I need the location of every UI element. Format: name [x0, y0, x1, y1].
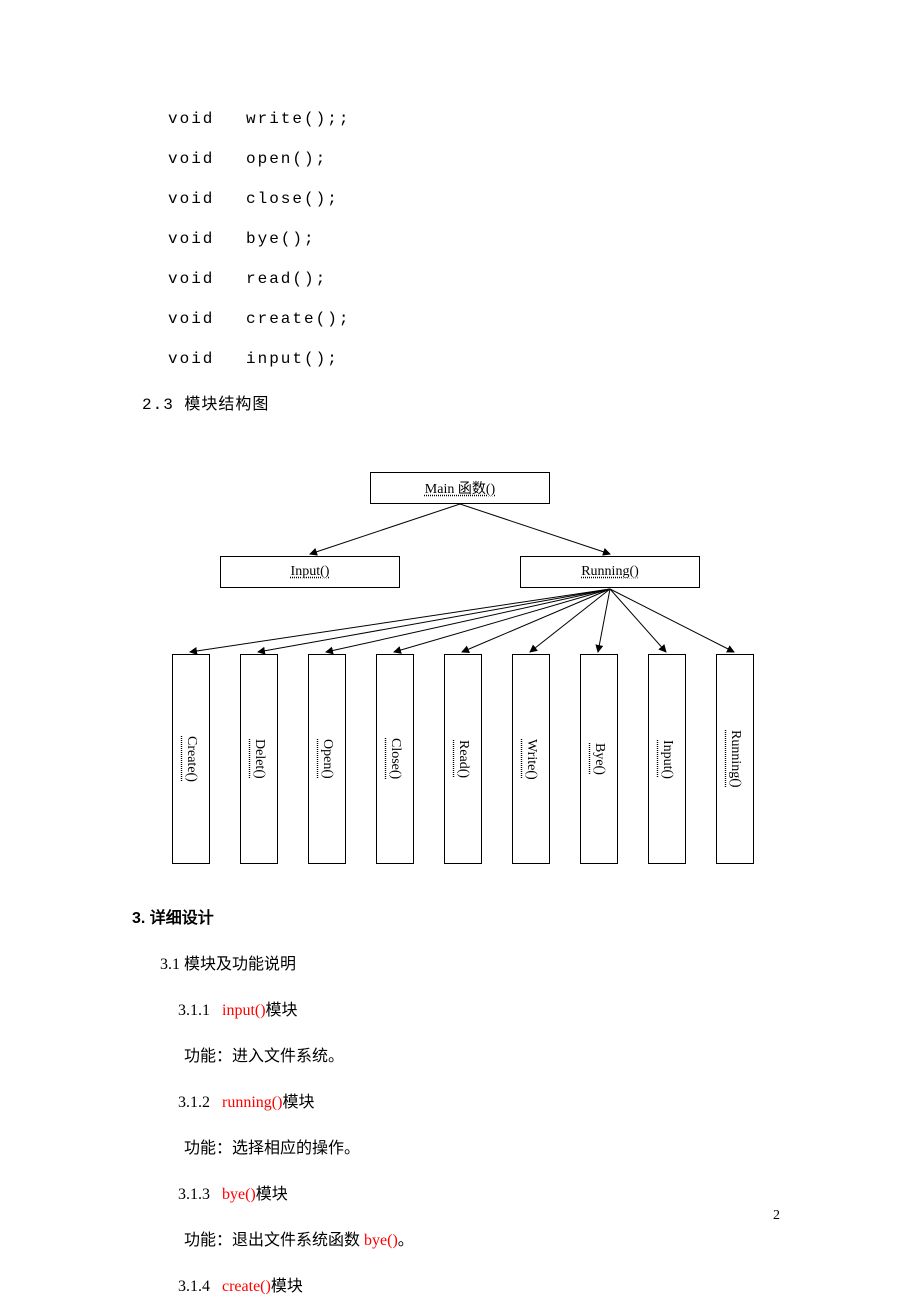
- code-keyword: void: [168, 310, 246, 328]
- diagram-leaf-label: Running(): [727, 730, 743, 788]
- code-line: voidopen();: [160, 150, 780, 168]
- item-fn: running(): [222, 1094, 282, 1111]
- diagram-leaf-box: Close(): [376, 654, 414, 864]
- item-num: 3.1.4: [178, 1278, 210, 1295]
- diagram-mid-label: Input(): [291, 564, 330, 580]
- diagram-leaf-label: Read(): [455, 740, 471, 778]
- page-number: 2: [773, 1208, 780, 1224]
- item-desc: 功能：进入文件系统。: [160, 1042, 780, 1066]
- diagram-leaf-box: Bye(): [580, 654, 618, 864]
- diagram-root-box: Main 函数(): [370, 472, 550, 504]
- diagram-mid-box: Input(): [220, 556, 400, 588]
- code-keyword: void: [168, 110, 246, 128]
- code-line: voidinput();: [160, 350, 780, 368]
- item-desc: 功能：退出文件系统函数 bye()。: [160, 1226, 780, 1250]
- code-fn: close();: [246, 190, 339, 208]
- diagram-leaf-box: Delet(): [240, 654, 278, 864]
- item-fn: bye(): [222, 1186, 256, 1203]
- diagram-leaf-box: Open(): [308, 654, 346, 864]
- code-fn: open();: [246, 150, 327, 168]
- section-3-title: 3. 详细设计: [132, 904, 780, 928]
- diagram-mid-box: Running(): [520, 556, 700, 588]
- diagram-mid-label: Running(): [581, 564, 639, 580]
- diagram-leaf-label: Delet(): [251, 739, 267, 779]
- diagram-leaf-label: Create(): [183, 736, 199, 782]
- code-fn: bye();: [246, 230, 316, 248]
- code-fn: create();: [246, 310, 350, 328]
- item-heading: 3.1.1 input()模块: [160, 996, 780, 1020]
- code-fn: read();: [246, 270, 327, 288]
- code-keyword: void: [168, 230, 246, 248]
- code-line: voidread();: [160, 270, 780, 288]
- item-num: 3.1.1: [178, 1002, 210, 1019]
- diagram-leaf-box: Read(): [444, 654, 482, 864]
- item-desc: 功能：选择相应的操作。: [160, 1134, 780, 1158]
- code-keyword: void: [168, 190, 246, 208]
- item-fn: input(): [222, 1002, 266, 1019]
- diagram-root-label: Main 函数(): [425, 478, 495, 498]
- item-heading: 3.1.3 bye()模块: [160, 1180, 780, 1204]
- diagram-leaf-box: Running(): [716, 654, 754, 864]
- section-2-3-title: 2.3 模块结构图: [142, 390, 780, 414]
- diagram-leaf-box: Create(): [172, 654, 210, 864]
- item-heading: 3.1.2 running()模块: [160, 1088, 780, 1112]
- diagram-leaf-label: Input(): [659, 740, 675, 779]
- item-tail: 模块: [271, 1278, 303, 1295]
- diagram-leaf-box: Input(): [648, 654, 686, 864]
- code-line: voidbye();: [160, 230, 780, 248]
- code-line: voidwrite();;: [160, 110, 780, 128]
- code-fn: input();: [246, 350, 339, 368]
- code-line: voidcreate();: [160, 310, 780, 328]
- item-num: 3.1.3: [178, 1186, 210, 1203]
- code-keyword: void: [168, 270, 246, 288]
- item-tail: 模块: [256, 1186, 288, 1203]
- code-line: voidclose();: [160, 190, 780, 208]
- item-heading: 3.1.4 create()模块: [160, 1272, 780, 1296]
- module-structure-diagram: Main 函数() Input() Running() Create() Del…: [150, 444, 790, 884]
- item-num: 3.1.2: [178, 1094, 210, 1111]
- item-tail: 模块: [282, 1094, 314, 1111]
- section-3-1-title: 3.1 模块及功能说明: [160, 950, 780, 974]
- code-keyword: void: [168, 350, 246, 368]
- diagram-leaf-label: Bye(): [591, 743, 607, 775]
- item-tail: 模块: [266, 1002, 298, 1019]
- code-fn: write();;: [246, 110, 350, 128]
- diagram-leaf-label: Open(): [319, 739, 335, 779]
- diagram-leaf-label: Close(): [387, 738, 403, 779]
- diagram-leaf-label: Write(): [523, 739, 539, 780]
- diagram-leaf-box: Write(): [512, 654, 550, 864]
- item-fn: create(): [222, 1278, 271, 1295]
- code-keyword: void: [168, 150, 246, 168]
